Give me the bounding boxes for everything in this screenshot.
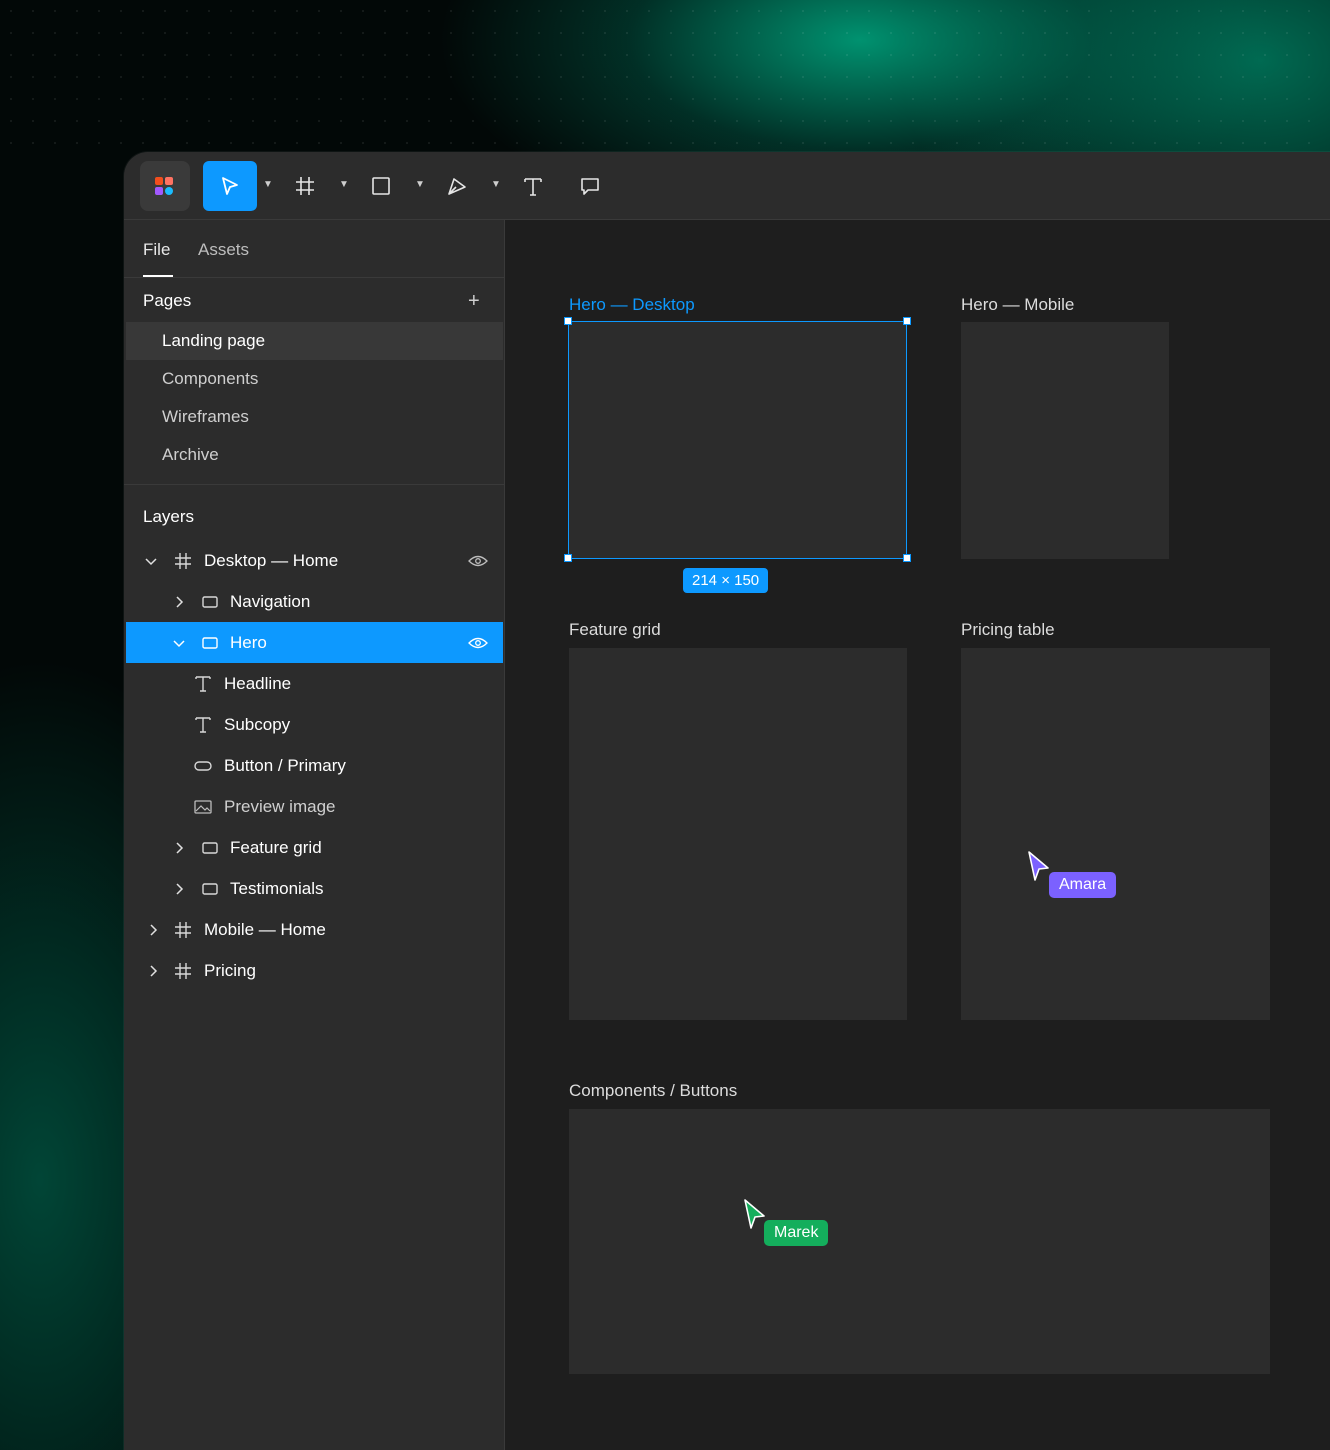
frame-icon (174, 950, 192, 991)
chevron-right-icon[interactable] (146, 909, 160, 950)
rectangle-icon (201, 622, 219, 663)
layer-row-mobile-home[interactable]: Mobile — Home (126, 909, 503, 950)
resize-handle-top-left[interactable] (564, 317, 572, 325)
tab-file[interactable]: File (143, 240, 170, 260)
frame-label-hero-desktop[interactable]: Hero — Desktop (569, 295, 695, 315)
frame-pricing-table[interactable] (961, 648, 1270, 1020)
eye-icon[interactable] (468, 622, 488, 663)
chevron-down-icon[interactable] (172, 622, 186, 663)
text-t-icon (524, 178, 542, 196)
chevron-right-icon[interactable] (172, 868, 186, 909)
page-item-label: Landing page (162, 331, 266, 350)
text-tool-button[interactable] (513, 161, 553, 211)
add-page-plus-icon[interactable]: + (468, 290, 480, 313)
move-tool-caret-icon[interactable]: ▼ (263, 179, 273, 190)
layer-row-headline[interactable]: Headline (126, 663, 503, 704)
layer-label: Mobile — Home (204, 919, 326, 939)
resize-handle-bottom-right[interactable] (903, 554, 911, 562)
layer-row-navigation[interactable]: Navigation (126, 581, 503, 622)
frame-label-pricing-table[interactable]: Pricing table (961, 620, 1055, 640)
page-item-archive[interactable]: Archive (126, 436, 503, 474)
layer-label: Preview image (224, 796, 336, 816)
chevron-right-icon[interactable] (172, 827, 186, 868)
frame-label-hero-mobile[interactable]: Hero — Mobile (961, 295, 1074, 315)
shape-tool-caret-icon[interactable]: ▼ (415, 179, 425, 190)
collaborator-name-tag-amara: Amara (1049, 872, 1117, 898)
frame-icon (174, 540, 192, 581)
selection-size-badge: 214 × 150 (683, 568, 769, 593)
pill-icon (194, 745, 212, 786)
frame-label-components-buttons[interactable]: Components / Buttons (569, 1081, 737, 1101)
layer-label: Feature grid (230, 837, 322, 857)
shape-tool-button[interactable] (361, 161, 401, 211)
app-window: ▼ ▼ ▼ ▼ File Assets Pages + Landing page… (124, 152, 1330, 1450)
text-icon (194, 704, 212, 745)
rectangle-icon (201, 581, 219, 622)
page-item-label: Archive (162, 445, 219, 464)
frame-tool-caret-icon[interactable]: ▼ (339, 179, 349, 190)
chevron-right-icon[interactable] (146, 950, 160, 991)
selection-box (568, 321, 907, 559)
collaborator-name-tag-marek: Marek (764, 1220, 829, 1246)
page-item-wireframes[interactable]: Wireframes (126, 398, 503, 436)
layer-label: Testimonials (230, 878, 324, 898)
rectangle-icon (201, 827, 219, 868)
layer-row-testimonials[interactable]: Testimonials (126, 868, 503, 909)
image-icon (194, 786, 212, 827)
layer-row-subcopy[interactable]: Subcopy (126, 704, 503, 745)
comment-tool-button[interactable] (570, 161, 610, 211)
layer-label: Navigation (230, 591, 311, 611)
divider (124, 277, 504, 278)
page-item-label: Wireframes (162, 407, 249, 426)
resize-handle-top-right[interactable] (903, 317, 911, 325)
tab-assets[interactable]: Assets (198, 240, 249, 260)
page-item-components[interactable]: Components (126, 360, 503, 398)
layer-row-preview-image[interactable]: Preview image (126, 786, 503, 827)
divider (124, 484, 504, 485)
frame-tool-button[interactable] (285, 161, 325, 211)
app-menu-logo-icon[interactable] (140, 161, 190, 211)
resize-handle-bottom-left[interactable] (564, 554, 572, 562)
toolbar: ▼ ▼ ▼ ▼ (124, 152, 1330, 220)
layer-row-hero[interactable]: Hero (126, 622, 503, 663)
layers-title: Layers (143, 507, 195, 526)
layer-label: Pricing (204, 960, 256, 980)
frame-components-buttons[interactable] (569, 1109, 1270, 1374)
layer-row-pricing[interactable]: Pricing (126, 950, 503, 991)
layer-row-desktop-home[interactable]: Desktop — Home (126, 540, 503, 581)
layer-row-feature-grid[interactable]: Feature grid (126, 827, 503, 868)
pen-icon (448, 178, 466, 195)
cursor-arrow-icon (222, 177, 238, 195)
pen-tool-button[interactable] (437, 161, 477, 211)
chevron-right-icon[interactable] (172, 581, 186, 622)
layer-label: Hero (230, 632, 267, 652)
pen-tool-caret-icon[interactable]: ▼ (491, 179, 501, 190)
chevron-down-icon[interactable] (144, 540, 158, 581)
eye-icon[interactable] (468, 540, 488, 581)
text-icon (194, 663, 212, 704)
move-tool-button[interactable] (203, 161, 257, 211)
layer-label: Button / Primary (224, 755, 346, 775)
speech-bubble-icon (581, 178, 599, 195)
frame-icon (174, 909, 192, 950)
rectangle-icon (201, 868, 219, 909)
background-dot-grid (0, 0, 1330, 160)
left-sidebar: File Assets Pages + Landing page Compone… (124, 220, 505, 1450)
page-item-label: Components (162, 369, 259, 388)
rectangle-icon (372, 177, 390, 195)
page-item-landing-page[interactable]: Landing page (126, 322, 503, 360)
hash-frame-icon (296, 177, 314, 195)
layer-row-button-primary[interactable]: Button / Primary (126, 745, 503, 786)
pages-title: Pages (143, 291, 192, 310)
frame-hero-mobile[interactable] (961, 322, 1169, 559)
layer-label: Desktop — Home (204, 550, 339, 570)
layer-label: Headline (224, 673, 292, 693)
frame-feature-grid[interactable] (569, 648, 907, 1020)
canvas[interactable]: Hero — Desktop 214 × 150 Hero — Mobile F… (505, 220, 1330, 1450)
frame-label-feature-grid[interactable]: Feature grid (569, 620, 661, 640)
layer-label: Subcopy (224, 714, 291, 734)
